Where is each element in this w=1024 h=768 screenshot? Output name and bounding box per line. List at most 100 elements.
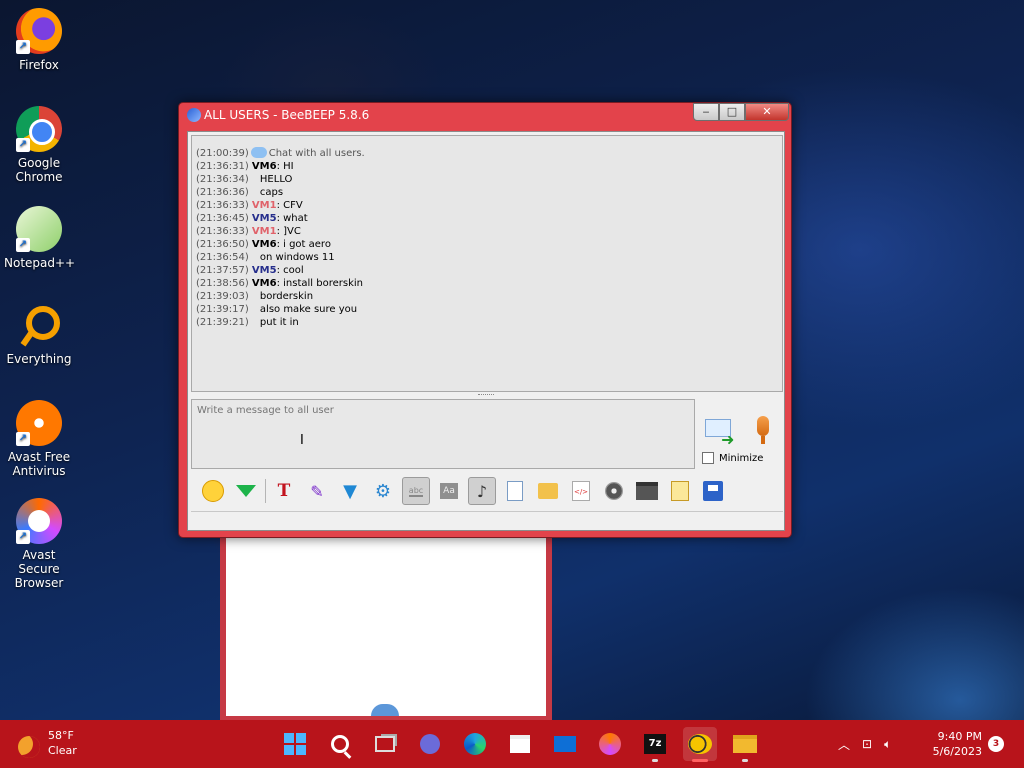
filter-button[interactable]: ▼ xyxy=(336,477,364,505)
chrome-icon: ↗ xyxy=(16,106,62,152)
chat-message: (21:39:17) also make sure you xyxy=(196,303,778,316)
beebeep-app-icon xyxy=(187,108,201,122)
weather-condition: Clear xyxy=(48,744,77,757)
clock-time: 9:40 PM xyxy=(937,730,982,743)
chat-message: (21:36:36) caps xyxy=(196,186,778,199)
gem-button[interactable] xyxy=(232,477,260,505)
send-folder-icon xyxy=(538,483,558,499)
font-size-button[interactable]: Aa xyxy=(435,477,463,505)
weather-widget[interactable]: 58°F Clear xyxy=(18,728,77,758)
message-time: (21:39:17) xyxy=(196,304,249,315)
window-client-area: (21:00:39) Chat with all users. (21:36:31… xyxy=(187,131,785,531)
message-text: what xyxy=(283,213,308,224)
search-icon xyxy=(331,735,349,753)
notes-button[interactable] xyxy=(666,477,694,505)
beebeep-taskbar-button[interactable] xyxy=(683,727,717,762)
settings-button[interactable]: ⚙ xyxy=(369,477,397,505)
chevron-up-icon[interactable]: ︿ xyxy=(838,736,850,753)
network-icon[interactable]: ⊡ xyxy=(862,737,872,751)
message-compose-box[interactable] xyxy=(191,399,695,469)
desktop-icon-label: Everything xyxy=(6,352,72,366)
terminal-button[interactable] xyxy=(633,477,661,505)
desktop-icon-firefox[interactable]: ↗ Firefox xyxy=(4,8,74,72)
toolbar-separator xyxy=(265,479,266,503)
color-pens-icon: ✎ xyxy=(310,481,324,501)
chat-message: (21:39:21) put it in xyxy=(196,316,778,329)
message-text: ]VC xyxy=(283,226,301,237)
file-explorer-button[interactable] xyxy=(728,727,762,762)
avast-icon: ↗ xyxy=(16,400,62,446)
7zip-icon: 7z xyxy=(644,734,666,754)
maximize-button[interactable]: □ xyxy=(719,103,745,121)
voice-message-button[interactable] xyxy=(752,414,774,446)
color-pens-button[interactable]: ✎ xyxy=(303,477,331,505)
minimize-label: Minimize xyxy=(719,452,764,464)
desktop-icon-avast[interactable]: ↗ Avast Free Antivirus xyxy=(4,400,74,478)
message-text: put it in xyxy=(259,317,299,328)
weather-temperature: 58°F xyxy=(48,729,74,742)
chat-bubble-icon xyxy=(250,147,267,158)
desktop-icon-label: Avast Free Antivirus xyxy=(7,450,71,478)
mail-button[interactable] xyxy=(548,727,582,761)
task-view-button[interactable] xyxy=(368,727,402,761)
send-message-button[interactable]: ➜ xyxy=(703,416,737,449)
edge-button[interactable] xyxy=(458,727,492,761)
desktop-icon-label: Google Chrome xyxy=(15,156,63,184)
message-input[interactable] xyxy=(192,400,694,468)
desktop-icon-chrome[interactable]: ↗ Google Chrome xyxy=(4,106,74,184)
text-cursor-icon: I xyxy=(300,433,304,448)
minimize-button[interactable]: ‒ xyxy=(693,103,719,121)
title-bar[interactable]: ALL USERS - BeeBEEP 5.8.6 ‒ □ ✕ xyxy=(179,103,791,127)
avast-browser-button[interactable] xyxy=(593,727,627,761)
search-button[interactable] xyxy=(323,727,357,761)
code-button[interactable]: </> xyxy=(567,477,595,505)
desktop-icon-avast-browser[interactable]: ↗ Avast Secure Browser xyxy=(4,498,74,590)
7zip-button[interactable]: 7z xyxy=(638,727,672,762)
volume-icon[interactable]: 🔈︎ xyxy=(884,737,891,752)
file-explorer-icon xyxy=(733,735,757,753)
chat-log[interactable]: (21:00:39) Chat with all users. (21:36:31… xyxy=(191,135,783,392)
emoticon-button[interactable] xyxy=(199,477,227,505)
start-button[interactable] xyxy=(278,727,312,761)
clock-date: 5/6/2023 xyxy=(932,745,982,758)
close-button[interactable]: ✕ xyxy=(745,103,789,121)
save-chat-button[interactable] xyxy=(699,477,727,505)
screenshot-button[interactable] xyxy=(600,477,628,505)
desktop-icon-notepadpp[interactable]: ↗ Notepad++ xyxy=(4,206,76,270)
splitter-handle[interactable] xyxy=(478,394,494,396)
store-button[interactable] xyxy=(503,727,537,761)
store-icon xyxy=(510,735,530,753)
screenshot-icon xyxy=(605,482,623,500)
windows-logo-icon xyxy=(284,733,306,755)
sound-notification-button[interactable]: ♪ xyxy=(468,477,496,505)
send-file-icon xyxy=(507,481,523,501)
send-file-button[interactable] xyxy=(501,477,529,505)
desktop-icon-everything[interactable]: Everything xyxy=(4,302,74,366)
beebeep-icon xyxy=(688,734,712,754)
message-sender: VM6 xyxy=(251,161,277,172)
chat-app-button[interactable] xyxy=(413,727,447,761)
font-size-icon: Aa xyxy=(440,483,458,499)
code-icon: </> xyxy=(572,481,590,501)
message-time: (21:38:56) xyxy=(196,278,249,289)
avast-browser-icon xyxy=(599,733,621,755)
clock[interactable]: 9:40 PM 5/6/2023 xyxy=(924,729,982,759)
chat-message: (21:36:50) VM6: i got aero xyxy=(196,238,778,251)
message-text: CFV xyxy=(283,200,303,211)
minimize-option[interactable]: Minimize xyxy=(702,452,763,464)
minimize-checkbox[interactable] xyxy=(702,452,714,464)
notification-badge[interactable]: 3 xyxy=(988,736,1004,752)
beebeep-chat-window: ALL USERS - BeeBEEP 5.8.6 ‒ □ ✕ (21:00:3… xyxy=(178,102,792,538)
spellcheck-button[interactable]: abc xyxy=(402,477,430,505)
font-button[interactable]: T xyxy=(270,477,298,505)
message-text: also make sure you xyxy=(259,304,358,315)
message-sender: VM5 xyxy=(251,213,277,224)
desktop-icon-label: Notepad++ xyxy=(4,256,76,270)
send-folder-button[interactable] xyxy=(534,477,562,505)
background-window[interactable] xyxy=(220,532,552,722)
edge-icon xyxy=(464,733,486,755)
message-text: caps xyxy=(259,187,284,198)
message-time: (21:36:45) xyxy=(196,213,249,224)
message-text: i got aero xyxy=(283,239,331,250)
chat-message: (21:36:34) HELLO xyxy=(196,173,778,186)
